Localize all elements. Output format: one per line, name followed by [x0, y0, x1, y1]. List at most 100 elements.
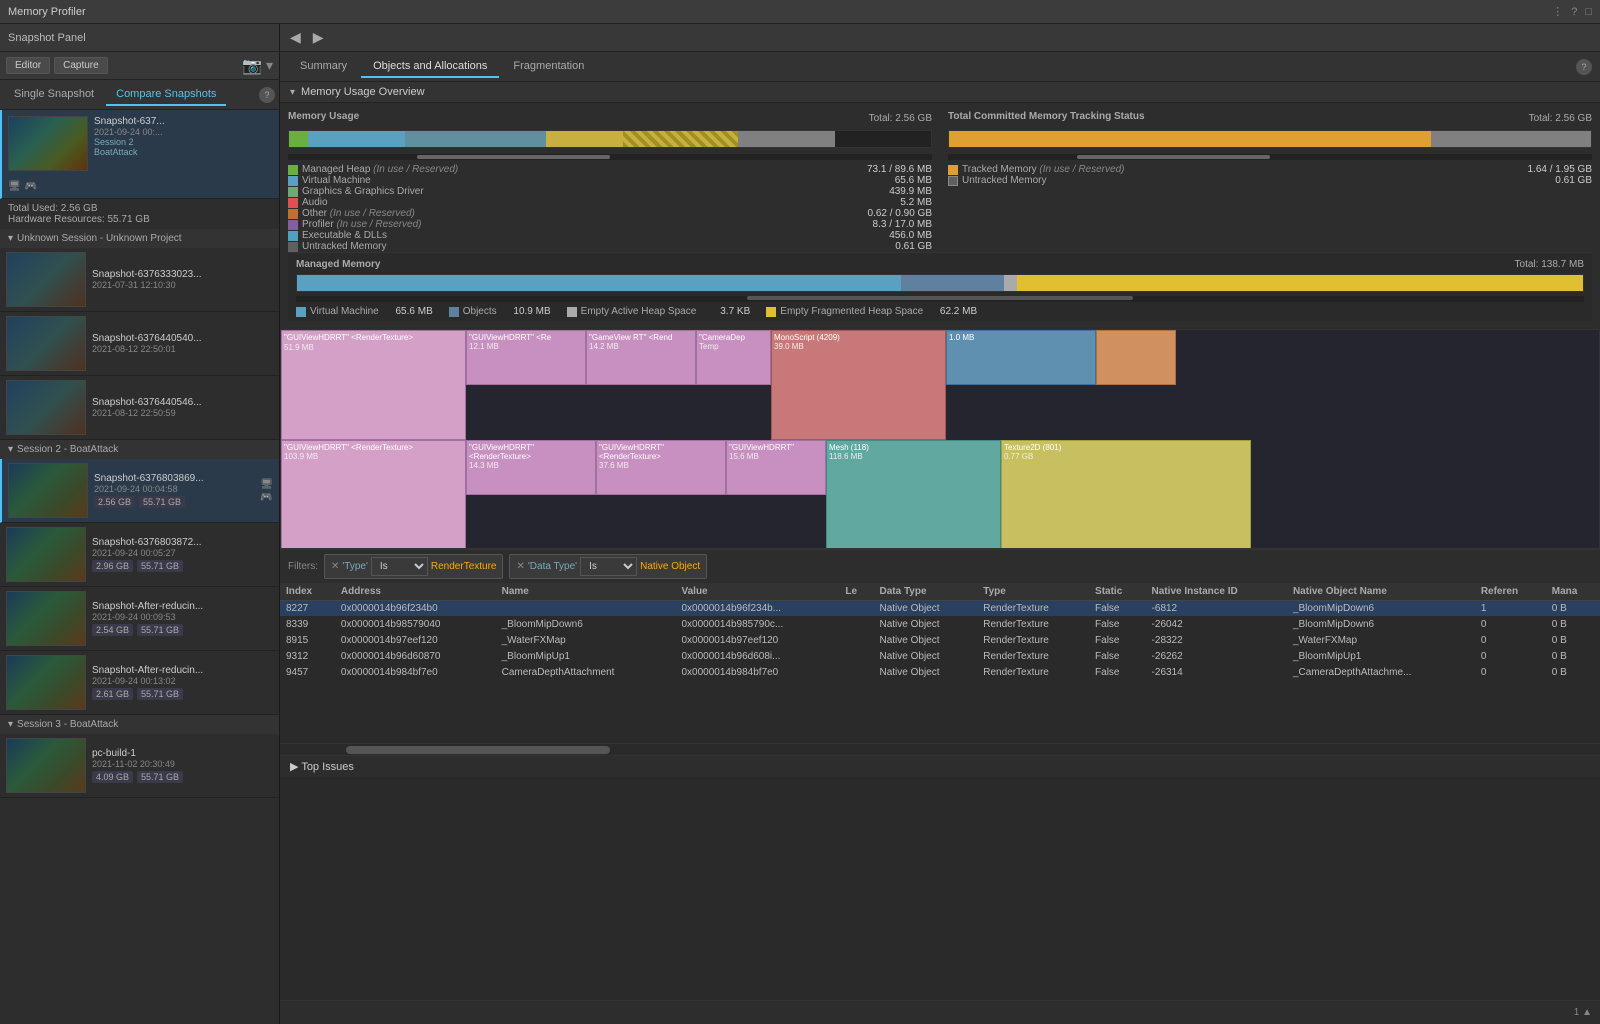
cell-ref: 0 [1475, 665, 1546, 681]
tab-single-snapshot[interactable]: Single Snapshot [4, 84, 104, 106]
editor-button[interactable]: Editor [6, 57, 50, 74]
col-static[interactable]: Static [1089, 583, 1146, 601]
right-help-icon[interactable]: ? [1576, 59, 1592, 75]
window-menu-icon[interactable]: ⋮ [1552, 5, 1563, 18]
col-type[interactable]: Type [977, 583, 1089, 601]
managed-scroll[interactable] [296, 296, 1584, 302]
snapshot-item-after-reducing2[interactable]: Snapshot-After-reducin... 2021-09-24 00:… [0, 651, 279, 715]
filter-type-op[interactable]: Is Is Not [371, 557, 428, 576]
date-6376440546: 2021-08-12 22:50:59 [92, 408, 273, 418]
legend-objects: Objects 10.9 MB [449, 306, 551, 317]
filter-type-remove[interactable]: ✕ [331, 561, 339, 572]
name-6376440546: Snapshot-6376440546... [92, 397, 273, 408]
cell-type: RenderTexture [977, 633, 1089, 649]
col-name[interactable]: Name [496, 583, 676, 601]
col-native-name[interactable]: Native Object Name [1287, 583, 1475, 601]
thumb-after-reducing2 [6, 655, 86, 710]
committed-label: Total Committed Memory Tracking Status [948, 111, 1145, 122]
tab-objects-allocations[interactable]: Objects and Allocations [361, 56, 499, 78]
cell-value: 0x0000014b97eef120 [675, 633, 839, 649]
snapshot-item-pcbuild1[interactable]: pc-build-1 2021-11-02 20:30:49 4.09 GB 5… [0, 734, 279, 798]
col-ref[interactable]: Referen [1475, 583, 1546, 601]
dot-profiler [288, 220, 298, 230]
dot-untracked [288, 242, 298, 252]
legend-untracked: Untracked Memory 0.61 GB [288, 241, 932, 252]
dot-untracked-right [948, 176, 958, 186]
col-le[interactable]: Le [839, 583, 873, 601]
chevron-down-icon[interactable]: ▾ [266, 57, 273, 74]
committed-bar [948, 130, 1592, 148]
total-info: Total Used: 2.56 GB Hardware Resources: … [0, 199, 279, 229]
table-row[interactable]: 94570x0000014b984bf7e0CameraDepthAttachm… [280, 665, 1600, 681]
committed-scroll[interactable] [948, 154, 1592, 160]
frag-block-texture2d: Texture2D (801) 0.77 GB [1001, 440, 1251, 549]
memory-scroll[interactable] [288, 154, 932, 160]
snapshot-item-6376803872[interactable]: Snapshot-6376803872... 2021-09-24 00:05:… [0, 523, 279, 587]
icon-game: 🎮 [260, 492, 273, 503]
info-after-reducing1: Snapshot-After-reducin... 2021-09-24 00:… [92, 601, 273, 636]
cell-static: False [1089, 633, 1146, 649]
filter-datatype-op[interactable]: Is Is Not [580, 557, 637, 576]
frag-block-gameview: "GameView RT" <Rend 14.2 MB [586, 330, 696, 385]
snapshot-item-6376803869[interactable]: Snapshot-6376803869... 2021-09-24 00:04:… [0, 459, 279, 523]
cell-index: 9457 [280, 665, 335, 681]
memory-overview-header[interactable]: ▾ Memory Usage Overview [280, 82, 1600, 103]
snapshot-panel-label: Snapshot Panel [8, 32, 86, 44]
dot-managed-heap [288, 165, 298, 175]
table-row[interactable]: 93120x0000014b96d60870_BloomMipUp10x0000… [280, 649, 1600, 665]
name-after-reducing2: Snapshot-After-reducin... [92, 665, 273, 676]
active-snapshot-project: BoatAttack [94, 147, 273, 157]
session2-header[interactable]: ▾ Session 2 - BoatAttack [0, 440, 279, 459]
snapshot-list[interactable]: Snapshot-637... 2021-09-24 00:... Sessio… [0, 110, 279, 1024]
snapshot-item-6376440546[interactable]: Snapshot-6376440546... 2021-08-12 22:50:… [0, 376, 279, 440]
col-index[interactable]: Index [280, 583, 335, 601]
nav-back-button[interactable]: ◀ [286, 27, 305, 48]
filter-datatype-field: 'Data Type' [528, 561, 577, 572]
cell-address: 0x0000014b97eef120 [335, 633, 496, 649]
active-snapshot-item[interactable]: Snapshot-637... 2021-09-24 00:... Sessio… [0, 110, 279, 199]
cell-mana: 0 B [1546, 665, 1600, 681]
capture-button[interactable]: Capture [54, 57, 108, 74]
left-panel: Snapshot Panel Editor Capture 📷 ▾ Single… [0, 24, 280, 1024]
name-6376333023: Snapshot-6376333023... [92, 269, 273, 280]
camera-icon[interactable]: 📷 [242, 56, 262, 76]
data-table-container[interactable]: Index Address Name Value Le Data Type Ty… [280, 583, 1600, 743]
tab-compare-snapshots[interactable]: Compare Snapshots [106, 84, 226, 106]
thumb-6376803872 [6, 527, 86, 582]
cell-datatype: Native Object [873, 633, 977, 649]
cell-name: _WaterFXMap [496, 633, 676, 649]
col-address[interactable]: Address [335, 583, 496, 601]
table-row[interactable]: 82270x0000014b96f234b00x0000014b96f234b.… [280, 601, 1600, 617]
horizontal-scrollbar[interactable] [280, 743, 1600, 755]
sizes-after-reducing1: 2.54 GB 55.71 GB [92, 624, 273, 636]
legend-managed-heap: Managed Heap (In use / Reserved) 73.1 / … [288, 164, 932, 175]
info-after-reducing2: Snapshot-After-reducin... 2021-09-24 00:… [92, 665, 273, 700]
frag-block-color1: 1.0 MB [946, 330, 1096, 385]
session3-header[interactable]: ▾ Session 3 - BoatAttack [0, 715, 279, 734]
window-help-icon[interactable]: ? [1571, 6, 1577, 18]
session-unknown-header[interactable]: ▾ Unknown Session - Unknown Project [0, 229, 279, 248]
help-icon-left[interactable]: ? [259, 87, 275, 103]
col-mana[interactable]: Mana [1546, 583, 1600, 601]
col-datatype[interactable]: Data Type [873, 583, 977, 601]
cell-address: 0x0000014b98579040 [335, 617, 496, 633]
filter-datatype-remove[interactable]: ✕ [516, 561, 524, 572]
cell-le [839, 633, 873, 649]
top-issues-bar[interactable]: ▶ Top Issues [280, 755, 1600, 777]
col-value[interactable]: Value [675, 583, 839, 601]
col-native-id[interactable]: Native Instance ID [1146, 583, 1287, 601]
size1-after-reducing1: 2.54 GB [92, 624, 133, 636]
cell-address: 0x0000014b96d60870 [335, 649, 496, 665]
tab-fragmentation[interactable]: Fragmentation [501, 56, 596, 78]
nav-forward-button[interactable]: ▶ [309, 27, 328, 48]
table-row[interactable]: 89150x0000014b97eef120_WaterFXMap0x00000… [280, 633, 1600, 649]
window-maximize-icon[interactable]: □ [1585, 6, 1592, 18]
tab-summary[interactable]: Summary [288, 56, 359, 78]
snapshot-item-6376333023[interactable]: Snapshot-6376333023... 2021-07-31 12:10:… [0, 248, 279, 312]
managed-memory-section: Managed Memory Total: 138.7 MB [288, 252, 1592, 321]
cell-name: CameraDepthAttachment [496, 665, 676, 681]
snapshot-item-after-reducing1[interactable]: Snapshot-After-reducin... 2021-09-24 00:… [0, 587, 279, 651]
snapshot-item-6376440540[interactable]: Snapshot-6376440540... 2021-08-12 22:50:… [0, 312, 279, 376]
date-6376333023: 2021-07-31 12:10:30 [92, 280, 273, 290]
table-row[interactable]: 83390x0000014b98579040_BloomMipDown60x00… [280, 617, 1600, 633]
